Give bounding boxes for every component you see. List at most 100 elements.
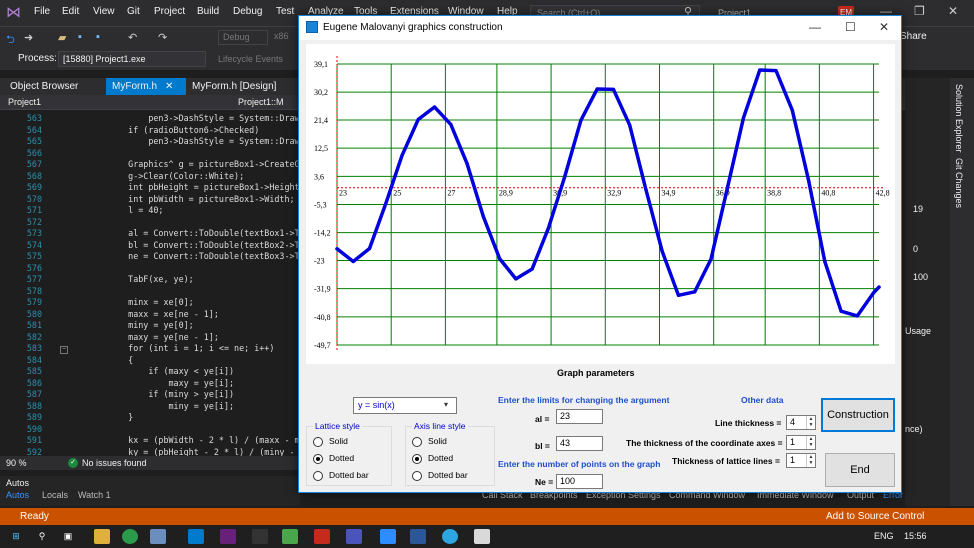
- visual-studio-icon[interactable]: [220, 529, 236, 544]
- code-text[interactable]: pen3->DashStyle = System::Drawing::: [108, 136, 325, 148]
- menu-file[interactable]: File: [34, 6, 50, 17]
- code-text[interactable]: }: [108, 412, 133, 424]
- spinner-arrows-icon[interactable]: ▲ ▼: [806, 416, 815, 429]
- menu-debug[interactable]: Debug: [233, 6, 262, 17]
- language-indicator[interactable]: ENG: [874, 531, 894, 541]
- add-to-source-control-button[interactable]: Add to Source Control: [826, 511, 924, 522]
- running-app-icon[interactable]: [474, 529, 490, 544]
- radio-button[interactable]: [412, 471, 422, 481]
- chevron-down-icon[interactable]: ▾: [444, 400, 448, 409]
- tab-watch-1[interactable]: Watch 1: [78, 490, 111, 500]
- code-text[interactable]: ky = (pbHeight - 2 * l) / (miny - maxy: [108, 447, 320, 457]
- tab-autos[interactable]: Autos: [6, 490, 29, 500]
- code-text[interactable]: kx = (pbWidth - 2 * l) / (maxx - minx);: [108, 435, 325, 447]
- radio-button[interactable]: [313, 437, 323, 447]
- save-icon[interactable]: ▪: [78, 31, 82, 43]
- platform-select[interactable]: x86: [274, 31, 289, 41]
- rad-icon[interactable]: [314, 529, 330, 544]
- tab-object-browser[interactable]: Object Browser: [4, 78, 84, 95]
- issues-status[interactable]: No issues found: [82, 458, 147, 468]
- menu-project[interactable]: Project: [154, 6, 185, 17]
- maximize-icon[interactable]: ☐: [845, 20, 856, 34]
- code-text[interactable]: Graphics^ g = pictureBox1->CreateGraphi: [108, 159, 325, 171]
- code-text[interactable]: l = 40;: [108, 205, 163, 217]
- radio-button-checked[interactable]: [412, 454, 422, 464]
- lattice-thickness-spinner[interactable]: 1 ▲ ▼: [786, 453, 816, 468]
- construction-button[interactable]: Construction: [821, 398, 895, 432]
- clock[interactable]: 15:56: [904, 531, 927, 541]
- code-text[interactable]: minx = xe[0];: [108, 297, 194, 309]
- zoom-level[interactable]: 90 %: [6, 458, 27, 468]
- code-text[interactable]: int pbWidth = pictureBox1->Width;: [108, 194, 294, 206]
- close-tab-icon[interactable]: ✕: [165, 81, 173, 92]
- file-explorer-icon[interactable]: [94, 529, 110, 544]
- zoom-icon[interactable]: [380, 529, 396, 544]
- tab-git-changes[interactable]: Git Changes: [954, 158, 964, 208]
- search-icon[interactable]: ⚲: [34, 529, 50, 544]
- spinner-arrows-icon[interactable]: ▲ ▼: [806, 454, 815, 467]
- scope-dropdown[interactable]: Project1::M: [238, 97, 284, 107]
- menu-edit[interactable]: Edit: [62, 6, 79, 17]
- code-text[interactable]: maxy = ye[ne - 1];: [108, 332, 219, 344]
- code-text[interactable]: for (int i = 1; i <= ne; i++): [108, 343, 274, 355]
- tab-myform-design[interactable]: MyForm.h [Design]: [186, 78, 282, 95]
- code-text[interactable]: maxx = xe[ne - 1];: [108, 309, 219, 321]
- notepad-icon[interactable]: [282, 529, 298, 544]
- tab-solution-explorer[interactable]: Solution Explorer: [954, 84, 964, 153]
- code-text[interactable]: maxy = ye[i];: [108, 378, 235, 390]
- fold-collapse-icon[interactable]: −: [60, 346, 68, 354]
- function-select[interactable]: y = sin(x): [353, 397, 457, 414]
- open-folder-icon[interactable]: ▰: [58, 31, 66, 44]
- menu-view[interactable]: View: [93, 6, 115, 17]
- vscode-icon[interactable]: [188, 529, 204, 544]
- undo-icon[interactable]: ↶: [128, 31, 137, 44]
- code-text[interactable]: g->Clear(Color::White);: [108, 171, 244, 183]
- menu-test[interactable]: Test: [276, 6, 294, 17]
- code-text[interactable]: {: [108, 355, 133, 367]
- code-text[interactable]: if (miny > ye[i]): [108, 389, 234, 401]
- al-input[interactable]: 23: [556, 409, 603, 424]
- code-text[interactable]: int pbHeight = pictureBox1->Height;: [108, 182, 305, 194]
- axes-thickness-spinner[interactable]: 1 ▲ ▼: [786, 435, 816, 450]
- maximize-icon[interactable]: ❐: [914, 4, 925, 18]
- code-text[interactable]: miny = ye[i];: [108, 401, 235, 413]
- radio-button[interactable]: [412, 437, 422, 447]
- project-dropdown[interactable]: Project1: [8, 97, 41, 107]
- code-text[interactable]: bl = Convert::ToDouble(textBox2->Text);: [108, 240, 325, 252]
- spinner-arrows-icon[interactable]: ▲ ▼: [806, 436, 815, 449]
- bl-input[interactable]: 43: [556, 436, 603, 451]
- share-button[interactable]: Share: [900, 31, 927, 42]
- minimize-icon[interactable]: —: [809, 20, 821, 34]
- telegram-icon[interactable]: [442, 529, 458, 544]
- menu-git[interactable]: Git: [127, 6, 140, 17]
- save-all-icon[interactable]: ▪: [96, 31, 100, 43]
- app-icon[interactable]: [150, 529, 166, 544]
- end-button[interactable]: End: [825, 453, 895, 487]
- code-text[interactable]: al = Convert::ToDouble(textBox1->Text);: [108, 228, 325, 240]
- redo-icon[interactable]: ↷: [158, 31, 167, 44]
- lifecycle-events-button[interactable]: Lifecycle Events: [218, 54, 283, 64]
- configuration-select[interactable]: Debug: [218, 30, 268, 45]
- code-text[interactable]: ne = Convert::ToDouble(textBox3->Text);: [108, 251, 325, 263]
- code-text[interactable]: TabF(xe, ye);: [108, 274, 194, 286]
- menu-build[interactable]: Build: [197, 6, 219, 17]
- code-text[interactable]: pen3->DashStyle = System::Drawing::: [108, 113, 325, 125]
- tab-locals[interactable]: Locals: [42, 490, 68, 500]
- code-text[interactable]: if (radioButton6->Checked): [108, 125, 259, 137]
- terminal-icon[interactable]: [252, 529, 268, 544]
- radio-button[interactable]: [313, 471, 323, 481]
- word-icon[interactable]: [410, 529, 426, 544]
- chrome-icon[interactable]: [122, 529, 138, 544]
- tab-myform-h[interactable]: MyForm.h ✕: [106, 78, 186, 95]
- forward-icon[interactable]: ➜: [24, 31, 33, 44]
- code-text[interactable]: miny = ye[0];: [108, 320, 194, 332]
- ne-input[interactable]: 100: [556, 474, 603, 489]
- close-icon[interactable]: ✕: [879, 20, 889, 34]
- teams-icon[interactable]: [346, 529, 362, 544]
- close-icon[interactable]: ✕: [948, 4, 958, 18]
- line-thickness-spinner[interactable]: 4 ▲ ▼: [786, 415, 816, 430]
- code-text[interactable]: if (maxy < ye[i]): [108, 366, 234, 378]
- process-select[interactable]: [15880] Project1.exe: [58, 51, 206, 67]
- task-view-icon[interactable]: ▣: [60, 529, 76, 544]
- radio-button-checked[interactable]: [313, 454, 323, 464]
